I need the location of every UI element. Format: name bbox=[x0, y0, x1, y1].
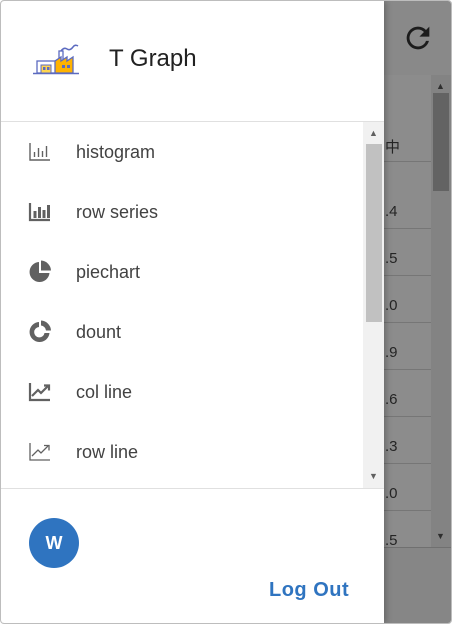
app-title: T Graph bbox=[109, 45, 197, 72]
avatar[interactable]: W bbox=[29, 518, 79, 568]
menu-item-piechart[interactable]: piechart bbox=[1, 242, 363, 302]
drawer-menu: histogram row series piechart dount col … bbox=[1, 122, 384, 489]
app-window: 中 .4 .5 .0 .9 .6 .3 .0 .5 ▲ ▼ T Graph hi… bbox=[0, 0, 452, 624]
menu-item-label: dount bbox=[76, 322, 122, 342]
menu-item-row-line[interactable]: row line bbox=[1, 422, 363, 482]
scroll-down-arrow-icon[interactable]: ▼ bbox=[369, 471, 378, 481]
menu-item-label: piechart bbox=[76, 262, 141, 282]
menu-scrollbar-thumb[interactable] bbox=[366, 144, 382, 322]
bar-chart-icon bbox=[27, 200, 53, 224]
donut-chart-icon bbox=[27, 320, 53, 344]
factory-icon bbox=[31, 39, 81, 79]
scroll-up-arrow-icon[interactable]: ▲ bbox=[369, 128, 378, 138]
menu-item-col-line[interactable]: col line bbox=[1, 362, 363, 422]
menu-item-histogram[interactable]: histogram bbox=[1, 122, 363, 182]
menu-item-label: histogram bbox=[76, 142, 156, 162]
menu-item-dount[interactable]: dount bbox=[1, 302, 363, 362]
menu-item-label: row series bbox=[76, 202, 159, 222]
logout-button[interactable]: Log Out bbox=[269, 579, 349, 602]
histogram-outline-icon bbox=[27, 140, 53, 164]
drawer-header: T Graph bbox=[1, 1, 384, 122]
pie-chart-icon bbox=[27, 260, 53, 284]
trending-up-icon bbox=[27, 380, 53, 404]
menu-item-row-series[interactable]: row series bbox=[1, 182, 363, 242]
navigation-drawer: T Graph histogram row series piechart do… bbox=[1, 1, 384, 623]
menu-item-label: col line bbox=[76, 382, 133, 402]
menu-item-label: row line bbox=[76, 442, 139, 462]
trending-up-outline-icon bbox=[27, 440, 53, 464]
